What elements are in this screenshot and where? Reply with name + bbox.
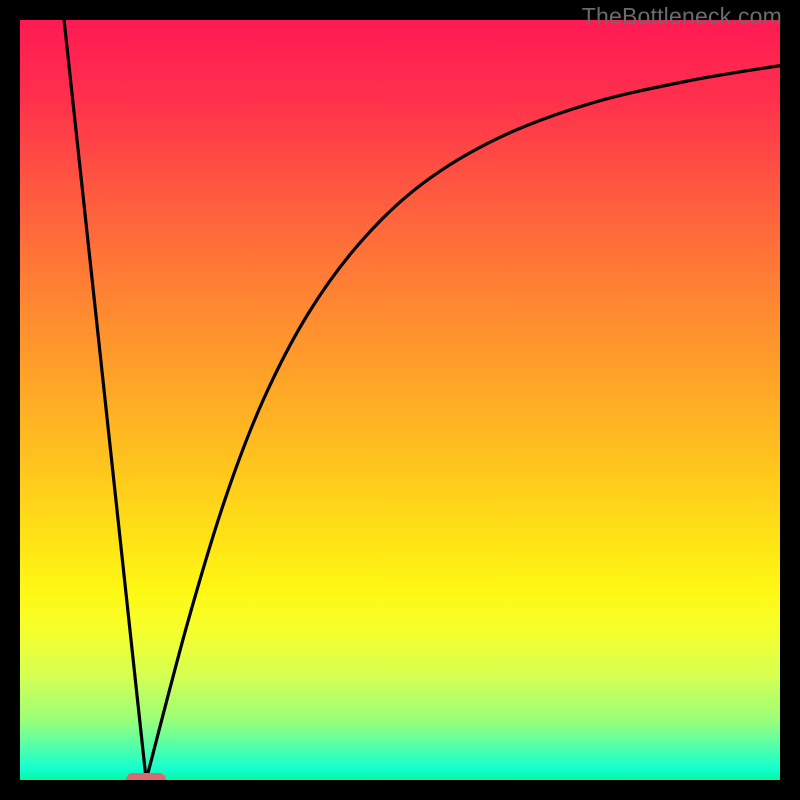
curve-path — [64, 20, 780, 780]
bottleneck-curve — [20, 20, 780, 780]
chart-frame: TheBottleneck.com — [0, 0, 800, 800]
watermark-text: TheBottleneck.com — [582, 3, 782, 30]
plot-area — [20, 20, 780, 780]
optimal-point-marker — [126, 773, 166, 780]
